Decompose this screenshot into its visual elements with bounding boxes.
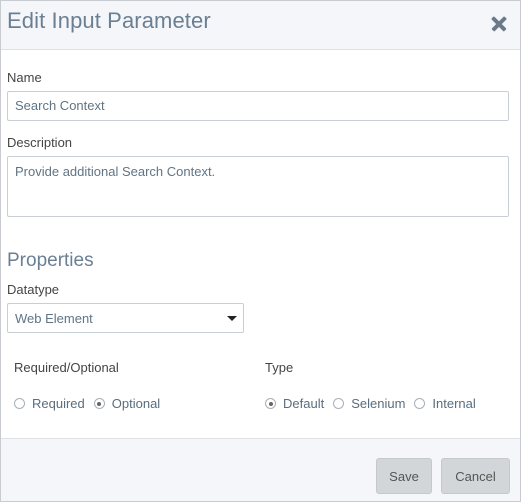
name-field[interactable]: Search Context <box>7 91 509 121</box>
required-radio[interactable] <box>14 398 25 409</box>
internal-radio-label[interactable]: Internal <box>432 396 475 411</box>
datatype-selected-value: Web Element <box>15 311 93 326</box>
name-label: Name <box>7 70 42 85</box>
required-optional-radio-group: Required Optional <box>14 396 169 411</box>
properties-heading: Properties <box>7 250 94 271</box>
datatype-select[interactable]: Web Element <box>7 303 244 333</box>
selenium-radio[interactable] <box>333 398 345 409</box>
required-optional-label: Required/Optional <box>14 360 119 375</box>
default-radio-label[interactable]: Default <box>283 396 324 411</box>
type-radio-group: Default Selenium Internal <box>265 396 485 411</box>
dialog-header: Edit Input Parameter <box>1 1 520 50</box>
datatype-label: Datatype <box>7 282 60 297</box>
default-radio[interactable] <box>265 398 276 409</box>
save-button[interactable]: Save <box>376 458 432 494</box>
internal-radio[interactable] <box>414 398 426 409</box>
close-icon[interactable] <box>489 14 509 34</box>
required-radio-label[interactable]: Required <box>32 396 85 411</box>
dialog-footer: Save Cancel <box>1 438 520 501</box>
description-field[interactable]: Provide additional Search Context. <box>7 156 509 217</box>
cancel-button[interactable]: Cancel <box>441 458 510 494</box>
type-label: Type <box>265 360 294 375</box>
optional-radio-label[interactable]: Optional <box>112 396 160 411</box>
dialog-title: Edit Input Parameter <box>7 8 211 33</box>
optional-radio[interactable] <box>93 398 105 409</box>
selenium-radio-label[interactable]: Selenium <box>351 396 405 411</box>
description-label: Description <box>7 135 73 150</box>
edit-input-parameter-dialog: Edit Input Parameter Name Search Context… <box>0 0 521 502</box>
caret-down-icon <box>227 316 237 321</box>
